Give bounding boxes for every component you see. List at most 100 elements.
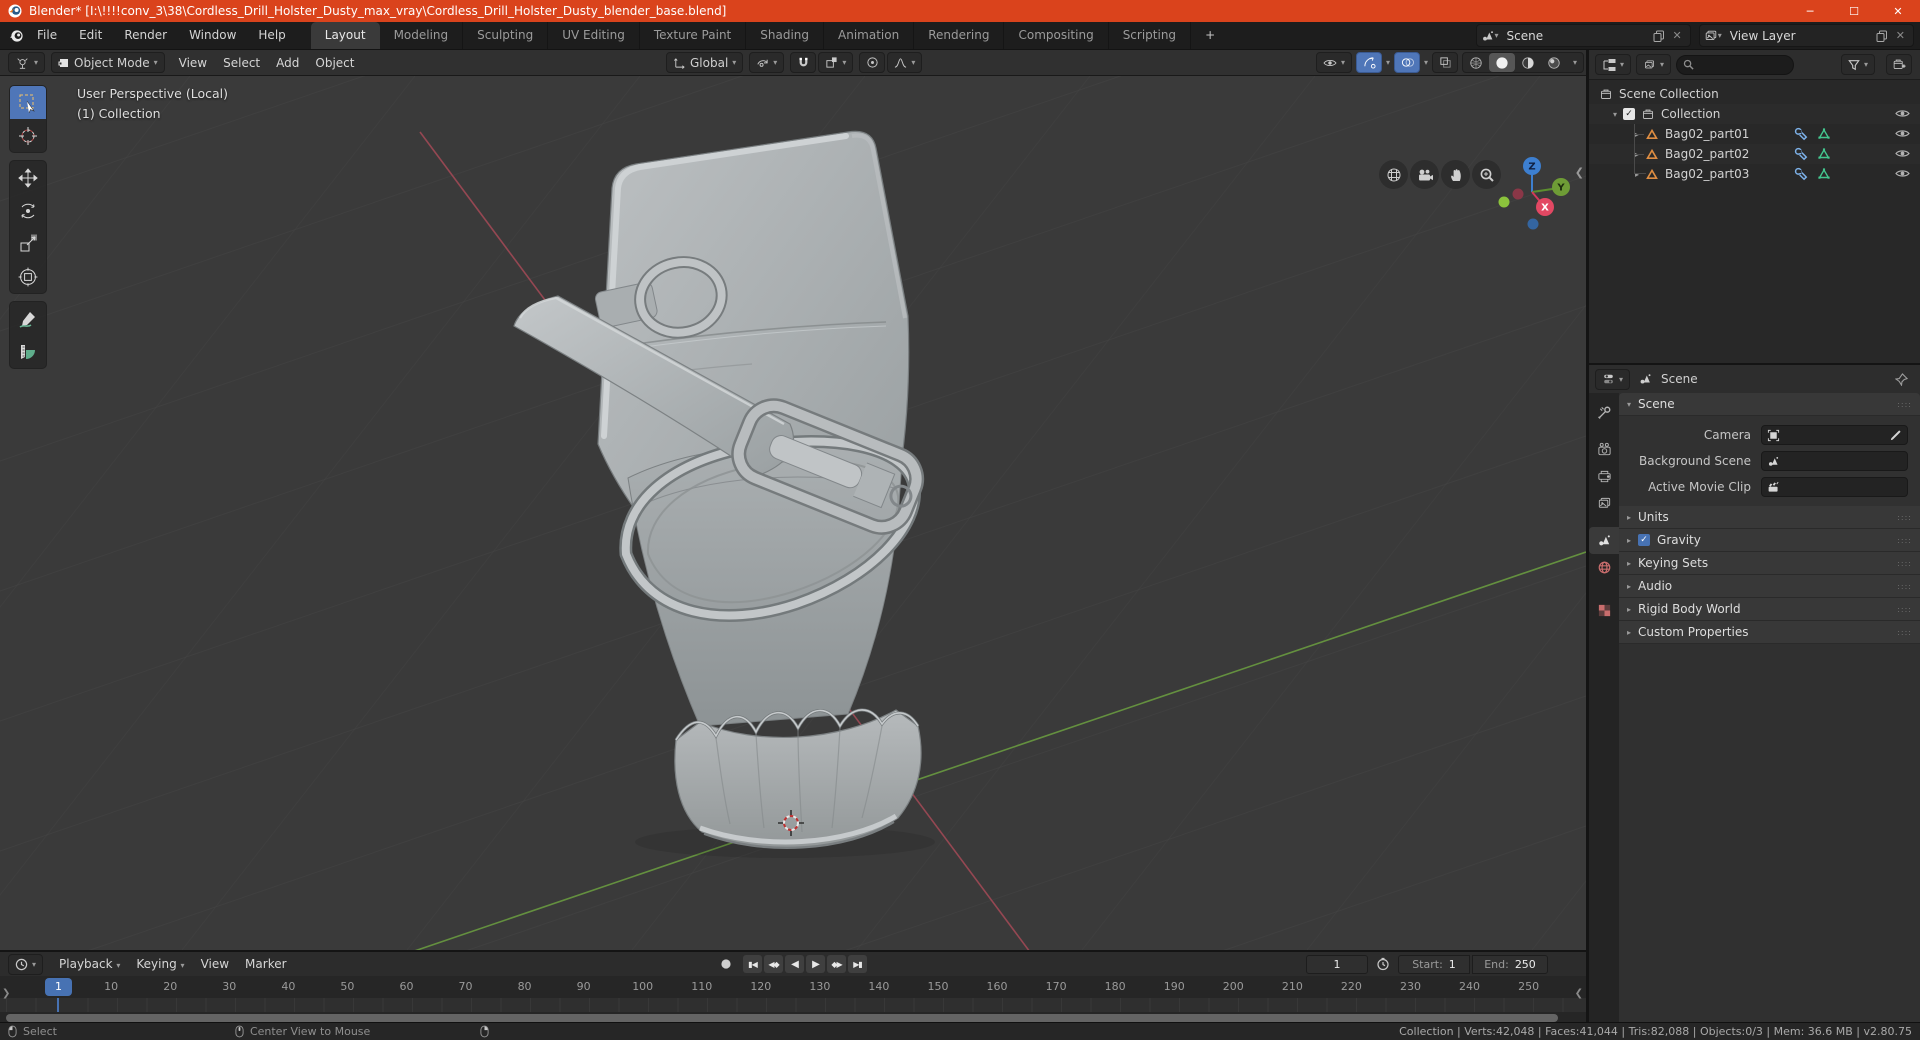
- menu-window[interactable]: Window: [178, 22, 247, 49]
- menu-edit[interactable]: Edit: [68, 22, 113, 49]
- pivot-point-selector[interactable]: ▾: [749, 52, 785, 73]
- overlays-toggle[interactable]: [1394, 52, 1421, 73]
- view-layer-name[interactable]: View Layer: [1722, 29, 1872, 43]
- jump-to-end-button[interactable]: ▶▮: [848, 955, 867, 973]
- scene-selector[interactable]: ▾ Scene ✕: [1475, 24, 1691, 47]
- modifier-wrench-icon[interactable]: [1794, 147, 1808, 161]
- object-name[interactable]: Bag02_part02: [1665, 147, 1749, 161]
- tab-sculpting[interactable]: Sculpting: [463, 22, 549, 49]
- shading-dropdown[interactable]: ▾: [1567, 53, 1583, 72]
- panel-gravity[interactable]: ▸ ✓ Gravity ::::: [1619, 529, 1920, 552]
- tab-uv-editing[interactable]: UV Editing: [548, 22, 640, 49]
- view-layer-selector[interactable]: ▾ View Layer ✕: [1698, 24, 1914, 47]
- tool-scale[interactable]: [10, 227, 46, 260]
- panel-audio[interactable]: ▸ Audio ::::: [1619, 575, 1920, 598]
- menu-help[interactable]: Help: [247, 22, 296, 49]
- pan-view-button[interactable]: [1441, 160, 1470, 189]
- tab-shading[interactable]: Shading: [746, 22, 824, 49]
- panel-units[interactable]: ▸ Units ::::: [1619, 506, 1920, 529]
- use-preview-range-icon[interactable]: [1376, 957, 1390, 971]
- tab-animation[interactable]: Animation: [824, 22, 915, 49]
- next-keyframe-button[interactable]: ◆▶: [827, 955, 846, 973]
- shading-solid-button[interactable]: [1489, 53, 1516, 72]
- panel-drag-handle[interactable]: ::::: [1897, 628, 1912, 637]
- tab-rendering[interactable]: Rendering: [914, 22, 1005, 49]
- chevron-down-icon[interactable]: ▾: [1424, 58, 1428, 67]
- snap-toggle[interactable]: [790, 52, 817, 73]
- editor-type-outliner-button[interactable]: ▾: [1595, 54, 1632, 75]
- xray-toggle[interactable]: [1432, 52, 1459, 73]
- tab-view-layer[interactable]: [1589, 490, 1619, 517]
- menu-select[interactable]: Select: [215, 56, 268, 70]
- mesh-data-icon[interactable]: [1817, 147, 1831, 161]
- maximize-button[interactable]: ☐: [1832, 0, 1876, 22]
- minimize-button[interactable]: ─: [1788, 0, 1832, 22]
- frame-end-field[interactable]: End: 250: [1472, 955, 1548, 974]
- tab-layout[interactable]: Layout: [310, 22, 380, 49]
- mode-selector[interactable]: Object Mode ▾: [51, 52, 165, 73]
- panel-custom-properties[interactable]: ▸ Custom Properties ::::: [1619, 621, 1920, 644]
- mesh-data-icon[interactable]: [1817, 127, 1831, 141]
- eye-icon[interactable]: [1895, 127, 1910, 140]
- outliner-search-input[interactable]: [1676, 54, 1795, 75]
- outliner-filter-button[interactable]: ▾: [1840, 54, 1875, 75]
- transform-orientation-selector[interactable]: Global ▾: [666, 52, 744, 73]
- tab-scripting[interactable]: Scripting: [1109, 22, 1192, 49]
- object-name[interactable]: Bag02_part01: [1665, 127, 1749, 141]
- expand-left-arrow[interactable]: ❯: [2, 988, 10, 999]
- modifier-wrench-icon[interactable]: [1794, 127, 1808, 141]
- new-collection-button[interactable]: [1886, 54, 1912, 75]
- holster-model[interactable]: [513, 130, 935, 858]
- menu-view-timeline[interactable]: View: [193, 957, 237, 971]
- remove-icon[interactable]: ✕: [1896, 29, 1905, 42]
- outliner-display-mode-button[interactable]: ▾: [1636, 54, 1672, 75]
- editor-type-timeline-button[interactable]: ▾: [8, 953, 44, 975]
- menu-add[interactable]: Add: [268, 56, 307, 70]
- shading-material-button[interactable]: [1515, 53, 1541, 72]
- eye-icon[interactable]: [1895, 107, 1910, 120]
- close-button[interactable]: ✕: [1876, 0, 1920, 22]
- camera-field[interactable]: [1761, 425, 1908, 445]
- scene-name[interactable]: Scene: [1499, 29, 1649, 43]
- tool-select-box[interactable]: [10, 86, 46, 119]
- outliner-row-collection[interactable]: ▾ ✓ Collection: [1589, 104, 1920, 124]
- outliner-row-object[interactable]: ▸ Bag02_part02: [1589, 144, 1920, 164]
- axis-gizmo[interactable]: Z Y X: [1496, 154, 1574, 238]
- scene-collection-label[interactable]: Scene Collection: [1619, 87, 1719, 101]
- camera-view-button[interactable]: [1410, 160, 1439, 189]
- proportional-editing-toggle[interactable]: [859, 52, 886, 73]
- tool-cursor[interactable]: [10, 119, 46, 152]
- copy-icon[interactable]: [1876, 30, 1888, 42]
- blender-menu-icon[interactable]: [8, 29, 26, 43]
- tab-tool[interactable]: [1589, 399, 1619, 426]
- timeline-ruler[interactable]: 1 10 20 30 40 50 60 70 80 90 100 110 120 130 140 150 16…: [0, 976, 1586, 998]
- add-workspace-button[interactable]: +: [1191, 22, 1229, 49]
- panel-drag-handle[interactable]: ::::: [1897, 513, 1912, 522]
- record-button[interactable]: [716, 955, 735, 973]
- tab-compositing[interactable]: Compositing: [1004, 22, 1109, 49]
- collapse-right-arrow[interactable]: ❮: [1575, 988, 1583, 999]
- eye-icon[interactable]: [1895, 147, 1910, 160]
- frame-start-field[interactable]: Start: 1: [1398, 955, 1470, 974]
- 3d-viewport[interactable]: User Perspective (Local) (1) Collection: [0, 76, 1586, 950]
- play-reverse-button[interactable]: ◀: [785, 955, 804, 973]
- scrollbar-thumb[interactable]: [6, 1014, 1558, 1022]
- window-titlebar[interactable]: Blender* [I:\!!!!conv_3\38\Cordless_Dril…: [0, 0, 1920, 22]
- gravity-checkbox[interactable]: ✓: [1638, 534, 1651, 546]
- panel-scene[interactable]: ▾ Scene ::::: [1619, 393, 1920, 416]
- panel-drag-handle[interactable]: ::::: [1897, 605, 1912, 614]
- copy-icon[interactable]: [1653, 30, 1665, 42]
- tab-modeling[interactable]: Modeling: [380, 22, 464, 49]
- tab-texture[interactable]: [1589, 597, 1619, 624]
- unlink-icon[interactable]: ✕: [1673, 29, 1682, 42]
- collection-label[interactable]: Collection: [1661, 107, 1720, 121]
- outliner-row-scene-collection[interactable]: Scene Collection: [1589, 84, 1920, 104]
- menu-render[interactable]: Render: [113, 22, 178, 49]
- prev-keyframe-button[interactable]: ◀◆: [764, 955, 783, 973]
- modifier-wrench-icon[interactable]: [1794, 167, 1808, 181]
- menu-marker[interactable]: Marker: [237, 957, 294, 971]
- jump-to-start-button[interactable]: ▮◀: [743, 955, 762, 973]
- tool-move[interactable]: [10, 161, 46, 194]
- outliner-row-object[interactable]: ▸ Bag02_part03: [1589, 164, 1920, 184]
- tab-world[interactable]: [1589, 554, 1619, 581]
